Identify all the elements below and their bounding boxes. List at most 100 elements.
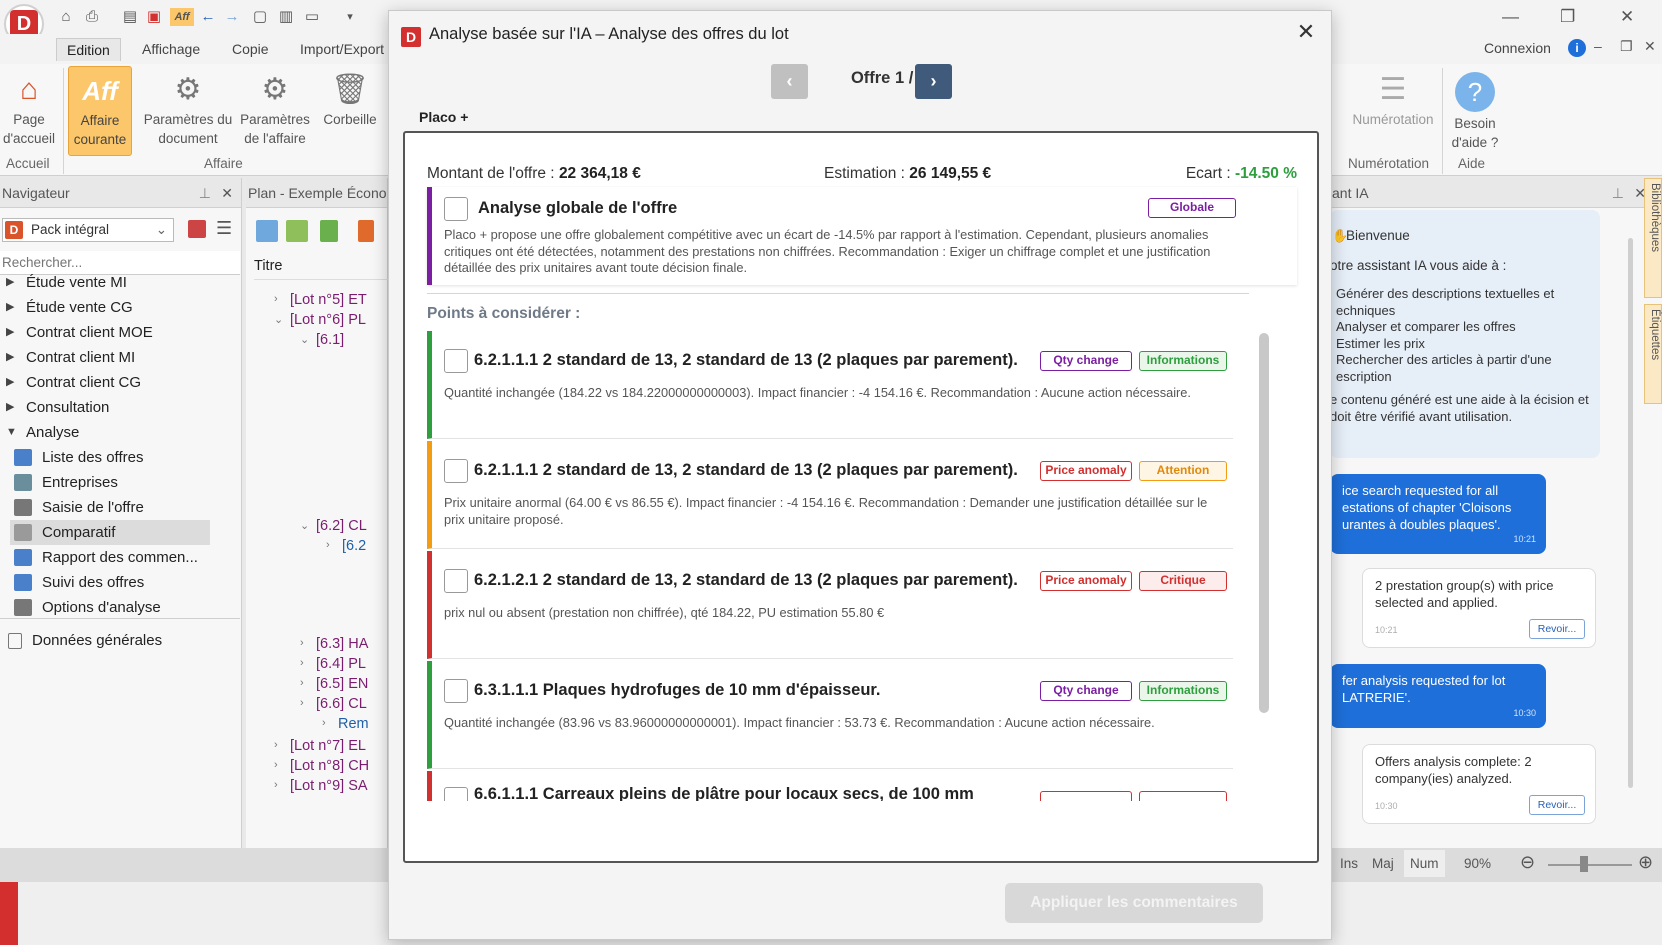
next-offer-button[interactable]: › bbox=[915, 64, 952, 99]
collapsed-arrow-icon[interactable]: ▶ bbox=[6, 345, 14, 370]
restore-icon[interactable]: ❐ bbox=[1560, 7, 1575, 27]
info-icon[interactable]: i bbox=[1568, 39, 1586, 57]
tab-edition[interactable]: Edition bbox=[56, 38, 121, 61]
plan-row[interactable]: [6.2 bbox=[342, 536, 366, 556]
nav-sub-item[interactable]: Saisie de l'offre bbox=[10, 495, 210, 520]
pin-icon[interactable]: ⊥ bbox=[1612, 178, 1624, 208]
nav-item[interactable]: ▶ Étude vente CG bbox=[0, 295, 218, 320]
collapsed-arrow-icon[interactable]: ▶ bbox=[6, 295, 14, 320]
customize-icon[interactable]: ▾ bbox=[340, 8, 360, 26]
parametres-document-button[interactable]: ⚙ Paramètres du document bbox=[140, 66, 236, 156]
ribbon-close-icon[interactable]: ✕ bbox=[1644, 38, 1656, 55]
tab-copie[interactable]: Copie bbox=[222, 38, 279, 60]
ribbon-minimize-icon[interactable]: – bbox=[1594, 38, 1602, 54]
sheet-icon[interactable] bbox=[320, 220, 338, 242]
tree-arrow-icon[interactable]: › bbox=[274, 779, 278, 791]
tab-import-export[interactable]: Import/Export bbox=[290, 38, 394, 60]
plan-row[interactable]: [6.6] CL bbox=[316, 694, 367, 714]
preview-icon[interactable]: ▤ bbox=[120, 8, 140, 26]
aff-icon[interactable]: Aff bbox=[170, 8, 194, 26]
side-tab-etiquettes[interactable]: Étiquettes bbox=[1644, 304, 1662, 404]
nav-item[interactable]: ▶ Contrat client MOE bbox=[0, 320, 218, 345]
parametres-affaire-button[interactable]: ⚙ Paramètres de l'affaire bbox=[238, 66, 312, 156]
collapsed-arrow-icon[interactable]: ▶ bbox=[6, 320, 14, 345]
previous-offer-button[interactable]: ‹ bbox=[771, 64, 808, 99]
import-icon[interactable] bbox=[286, 220, 308, 242]
nav-item[interactable]: ▶ Consultation bbox=[0, 395, 218, 420]
donnees-generales-item[interactable]: Données générales bbox=[0, 628, 218, 653]
window-icon[interactable]: ▭ bbox=[302, 8, 322, 26]
pin-icon[interactable]: ⊥ bbox=[199, 178, 211, 208]
chat-scrollbar[interactable] bbox=[1628, 238, 1633, 788]
nav-item[interactable]: ▼ Analyse bbox=[0, 420, 218, 445]
undo-icon[interactable]: ← bbox=[198, 8, 218, 26]
plan-row[interactable]: [Lot n°9] SA bbox=[290, 776, 368, 796]
zoom-out-icon[interactable]: ⊖ bbox=[1520, 852, 1535, 873]
connexion-link[interactable]: Connexion bbox=[1484, 40, 1551, 56]
tree-arrow-icon[interactable]: ⌄ bbox=[300, 333, 309, 346]
point-checkbox[interactable] bbox=[444, 349, 468, 373]
side-tab-bibliotheques[interactable]: Bibliothèques bbox=[1644, 178, 1662, 298]
nav-sub-item[interactable]: Rapport des commen... bbox=[10, 545, 210, 570]
plan-row[interactable]: [6.5] EN bbox=[316, 674, 368, 694]
tree-arrow-icon[interactable]: › bbox=[300, 697, 304, 709]
tree-arrow-icon[interactable]: › bbox=[300, 637, 304, 649]
export-icon[interactable] bbox=[358, 220, 374, 242]
points-list[interactable]: 6.2.1.1.1 2 standard de 13, 2 standard d… bbox=[427, 331, 1263, 801]
tree-arrow-icon[interactable]: › bbox=[326, 539, 330, 551]
tab-affichage[interactable]: Affichage bbox=[132, 38, 210, 60]
page-accueil-button[interactable]: ⌂ Page d'accueil bbox=[0, 66, 58, 156]
plan-row[interactable]: [Lot n°7] EL bbox=[290, 736, 366, 756]
minimize-icon[interactable]: — bbox=[1502, 7, 1519, 27]
plan-row[interactable]: [6.3] HA bbox=[316, 634, 368, 654]
close-window-icon[interactable]: ✕ bbox=[1620, 7, 1634, 27]
review-button[interactable]: Revoir... bbox=[1529, 619, 1585, 639]
plan-row[interactable]: Rem bbox=[338, 714, 369, 734]
affaire-courante-button[interactable]: Aff Affaire courante bbox=[68, 66, 132, 156]
plan-row[interactable]: [6.4] PL bbox=[316, 654, 366, 674]
nav-sub-item[interactable]: Suivi des offres bbox=[10, 570, 210, 595]
corbeille-button[interactable]: 🗑 Corbeille bbox=[318, 66, 382, 156]
nav-sub-item[interactable]: Options d'analyse bbox=[10, 595, 210, 620]
nav-item[interactable]: ▶ Contrat client MI bbox=[0, 345, 218, 370]
tree-arrow-icon[interactable]: ⌄ bbox=[274, 313, 283, 326]
tree-arrow-icon[interactable]: › bbox=[300, 677, 304, 689]
zoom-slider-handle[interactable] bbox=[1580, 856, 1588, 872]
point-checkbox[interactable] bbox=[444, 459, 468, 483]
columns-icon[interactable]: ▥ bbox=[276, 8, 296, 26]
print-icon[interactable]: ⎙ bbox=[82, 8, 102, 26]
point-checkbox[interactable] bbox=[444, 787, 468, 801]
collapsed-arrow-icon[interactable]: ▶ bbox=[6, 270, 14, 295]
tree-arrow-icon[interactable]: ⌄ bbox=[300, 519, 309, 532]
numerotation-button[interactable]: ☰ Numérotation bbox=[1346, 66, 1440, 156]
nav-item[interactable]: ▶ Contrat client CG bbox=[0, 370, 218, 395]
points-scrollbar[interactable] bbox=[1259, 333, 1269, 713]
collapsed-arrow-icon[interactable]: ▶ bbox=[6, 395, 14, 420]
structure-icon[interactable] bbox=[256, 220, 278, 242]
global-analysis-checkbox[interactable] bbox=[444, 197, 468, 221]
zoom-in-icon[interactable]: ⊕ bbox=[1638, 852, 1653, 873]
plan-row[interactable]: [6.2] CL bbox=[316, 516, 367, 536]
tree-arrow-icon[interactable]: › bbox=[274, 759, 278, 771]
collapsed-arrow-icon[interactable]: ▶ bbox=[6, 370, 14, 395]
tree-arrow-icon[interactable]: › bbox=[322, 717, 326, 729]
plan-row[interactable]: [6.1] bbox=[316, 330, 344, 350]
frame-icon[interactable]: ▢ bbox=[250, 8, 270, 26]
home-icon[interactable]: ⌂ bbox=[56, 8, 76, 26]
point-checkbox[interactable] bbox=[444, 679, 468, 703]
besoin-aide-button[interactable]: ? Besoin d'aide ? bbox=[1446, 66, 1504, 156]
tree-arrow-icon[interactable]: › bbox=[274, 739, 278, 751]
apply-comments-button[interactable]: Appliquer les commentaires bbox=[1005, 883, 1263, 923]
review-button[interactable]: Revoir... bbox=[1529, 795, 1585, 815]
point-checkbox[interactable] bbox=[444, 569, 468, 593]
plan-row[interactable]: [Lot n°5] ET bbox=[290, 290, 367, 310]
ribbon-restore-icon[interactable]: ❐ bbox=[1620, 38, 1633, 55]
pdf-icon[interactable]: ▣ bbox=[144, 8, 164, 26]
list-options-icon[interactable]: ☰ bbox=[216, 218, 232, 239]
nav-sub-item[interactable]: Liste des offres bbox=[10, 445, 210, 470]
toolbar-icon[interactable] bbox=[188, 220, 206, 238]
tree-arrow-icon[interactable]: › bbox=[274, 293, 278, 305]
plan-row[interactable]: [Lot n°6] PL bbox=[290, 310, 366, 330]
redo-icon[interactable]: → bbox=[222, 8, 242, 26]
tree-arrow-icon[interactable]: › bbox=[300, 657, 304, 669]
